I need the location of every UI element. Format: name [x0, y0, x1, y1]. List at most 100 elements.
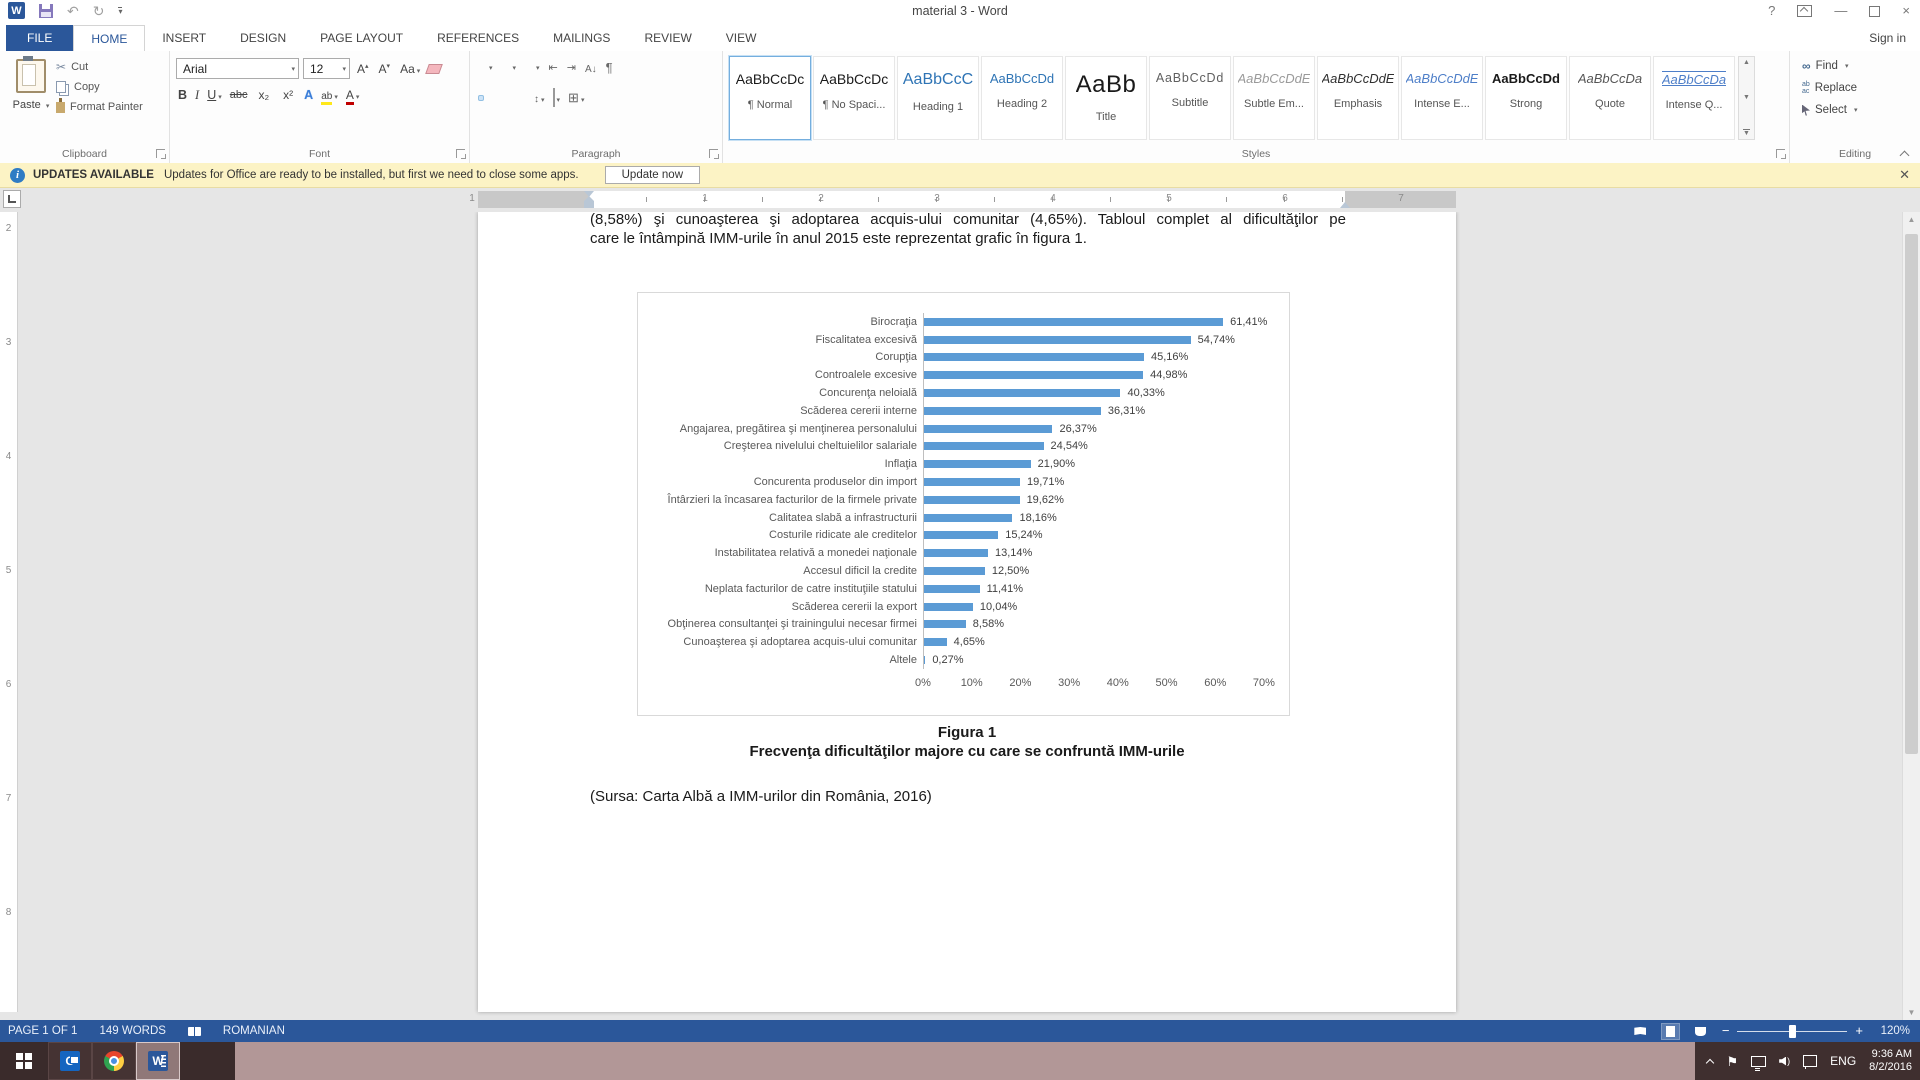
font-dialog-launcher-icon[interactable]: [456, 149, 465, 158]
style-item[interactable]: AaBbCcDdE Subtle Em...: [1233, 56, 1315, 140]
font-name-combo[interactable]: Arial▾: [176, 58, 299, 79]
help-button[interactable]: ?: [1768, 3, 1775, 19]
sort-button[interactable]: [585, 59, 597, 77]
strikethrough-button[interactable]: abc: [230, 89, 248, 101]
styles-dialog-launcher-icon[interactable]: [1776, 149, 1785, 158]
action-center-icon[interactable]: [1803, 1055, 1817, 1067]
gallery-scroll-down-icon[interactable]: ▼: [1743, 94, 1750, 101]
ribbon-tab[interactable]: REVIEW: [627, 25, 708, 51]
ribbon-tab[interactable]: HOME: [73, 25, 145, 51]
tab-selector-button[interactable]: [3, 190, 21, 208]
right-indent-marker[interactable]: [1340, 202, 1350, 208]
style-item[interactable]: AaBbCcDc ¶ Normal: [729, 56, 811, 140]
collapse-ribbon-icon[interactable]: [1900, 149, 1908, 157]
replace-button[interactable]: abacReplace: [1802, 81, 1857, 95]
web-layout-button[interactable]: [1692, 1024, 1709, 1039]
vertical-ruler[interactable]: 2345678: [0, 212, 18, 1012]
read-mode-button[interactable]: [1632, 1024, 1649, 1039]
decrease-indent-button[interactable]: ⇤: [549, 63, 558, 74]
ribbon-tab[interactable]: FILE: [6, 25, 73, 51]
grow-font-button[interactable]: A: [354, 61, 372, 77]
volume-button[interactable]: ): [1779, 1056, 1790, 1066]
page-count[interactable]: PAGE 1 OF 1: [8, 1025, 77, 1037]
language-indicator[interactable]: ROMANIAN: [223, 1025, 285, 1037]
style-item[interactable]: AaBbCcDd Heading 2: [981, 56, 1063, 140]
clipboard-dialog-launcher-icon[interactable]: [156, 149, 165, 158]
style-item[interactable]: AaBbCcDa Quote: [1569, 56, 1651, 140]
vertical-scrollbar[interactable]: ▲ ▼: [1902, 212, 1920, 1020]
format-painter-button[interactable]: Format Painter: [56, 101, 143, 113]
horizontal-ruler[interactable]: 11234567: [478, 191, 1456, 208]
network-icon[interactable]: [1751, 1056, 1766, 1067]
italic-button[interactable]: I: [195, 88, 199, 103]
subscript-button[interactable]: x₂: [256, 87, 273, 103]
paragraph-dialog-launcher-icon[interactable]: [709, 149, 718, 158]
style-item[interactable]: AaBbCcC Heading 1: [897, 56, 979, 140]
style-item[interactable]: AaBbCcDdE Intense E...: [1401, 56, 1483, 140]
scrollbar-thumb[interactable]: [1905, 234, 1918, 754]
zoom-in-button[interactable]: +: [1855, 1026, 1863, 1036]
clock[interactable]: 9:36 AM 8/2/2016: [1869, 1048, 1912, 1074]
close-button[interactable]: ×: [1902, 3, 1910, 19]
cut-button[interactable]: ✂Cut: [56, 61, 143, 73]
clear-formatting-icon[interactable]: [425, 64, 443, 74]
zoom-level[interactable]: 120%: [1876, 1025, 1910, 1037]
underline-button[interactable]: U▾: [207, 88, 222, 102]
find-button[interactable]: ∞Find▾: [1802, 60, 1857, 72]
print-layout-button[interactable]: [1662, 1024, 1679, 1039]
left-indent-marker[interactable]: [584, 201, 594, 208]
copy-button[interactable]: Copy: [56, 81, 143, 93]
ribbon-tab[interactable]: MAILINGS: [536, 25, 627, 51]
shading-button[interactable]: ▾: [553, 89, 561, 107]
embedded-chart[interactable]: Birocraţia61,41%Fiscalitatea excesivă54,…: [637, 292, 1290, 716]
proofing-icon[interactable]: [188, 1027, 201, 1036]
ribbon-tab[interactable]: VIEW: [709, 25, 774, 51]
text-effects-button[interactable]: A: [304, 88, 313, 102]
change-case-button[interactable]: Aa▾: [397, 61, 423, 77]
font-color-button[interactable]: A▾: [346, 88, 360, 102]
superscript-button[interactable]: x²: [280, 87, 296, 103]
notification-close-icon[interactable]: ✕: [1899, 167, 1910, 183]
bold-button[interactable]: B: [178, 88, 187, 102]
style-item[interactable]: AaBbCcDa Intense Q...: [1653, 56, 1735, 140]
justify-button[interactable]: [520, 95, 526, 101]
scroll-down-icon[interactable]: ▼: [1903, 1008, 1920, 1017]
font-size-combo[interactable]: 12▾: [303, 58, 350, 79]
scroll-up-icon[interactable]: ▲: [1903, 215, 1920, 224]
increase-indent-button[interactable]: ⇥: [567, 63, 576, 74]
align-right-button[interactable]: [506, 95, 512, 101]
word-count[interactable]: 149 WORDS: [99, 1025, 165, 1037]
shrink-font-button[interactable]: A: [376, 61, 394, 77]
align-center-button[interactable]: [492, 95, 498, 101]
gallery-expand-icon[interactable]: ▼: [1743, 129, 1750, 137]
select-button[interactable]: Select▾: [1802, 104, 1857, 116]
zoom-out-button[interactable]: −: [1722, 1026, 1730, 1036]
style-item[interactable]: AaBbCcDd Strong: [1485, 56, 1567, 140]
ribbon-tab[interactable]: INSERT: [145, 25, 223, 51]
start-button[interactable]: [0, 1042, 48, 1080]
taskbar-outlook-button[interactable]: O: [48, 1042, 92, 1080]
align-left-button[interactable]: [478, 95, 484, 101]
ribbon-tab[interactable]: PAGE LAYOUT: [303, 25, 420, 51]
minimize-button[interactable]: —: [1834, 3, 1847, 19]
action-flag-icon[interactable]: ⚑: [1727, 1055, 1739, 1068]
style-item[interactable]: AaBb Title: [1065, 56, 1147, 140]
input-language[interactable]: ENG: [1830, 1054, 1856, 1068]
zoom-slider[interactable]: [1737, 1031, 1847, 1032]
borders-button[interactable]: ⊞▾: [568, 89, 584, 107]
restore-button[interactable]: [1869, 6, 1880, 17]
zoom-slider-thumb[interactable]: [1789, 1025, 1796, 1038]
tray-expand-icon[interactable]: [1707, 1058, 1714, 1065]
show-formatting-marks-button[interactable]: ¶: [606, 62, 613, 74]
taskbar-word-button[interactable]: W: [136, 1042, 180, 1080]
highlight-button[interactable]: ab▾: [321, 88, 338, 102]
update-now-button[interactable]: Update now: [605, 166, 700, 184]
taskbar-chrome-button[interactable]: [92, 1042, 136, 1080]
ribbon-display-options-icon[interactable]: [1797, 5, 1812, 17]
paste-button[interactable]: Paste ▾: [8, 59, 54, 137]
sign-in-link[interactable]: Sign in: [1869, 31, 1906, 45]
style-item[interactable]: AaBbCcDc ¶ No Spaci...: [813, 56, 895, 140]
line-spacing-button[interactable]: ▾: [534, 89, 545, 107]
document-page[interactable]: (8,58%) şi cunoaşterea şi adoptarea acqu…: [478, 212, 1456, 1012]
gallery-scroll-up-icon[interactable]: ▲: [1743, 59, 1750, 66]
